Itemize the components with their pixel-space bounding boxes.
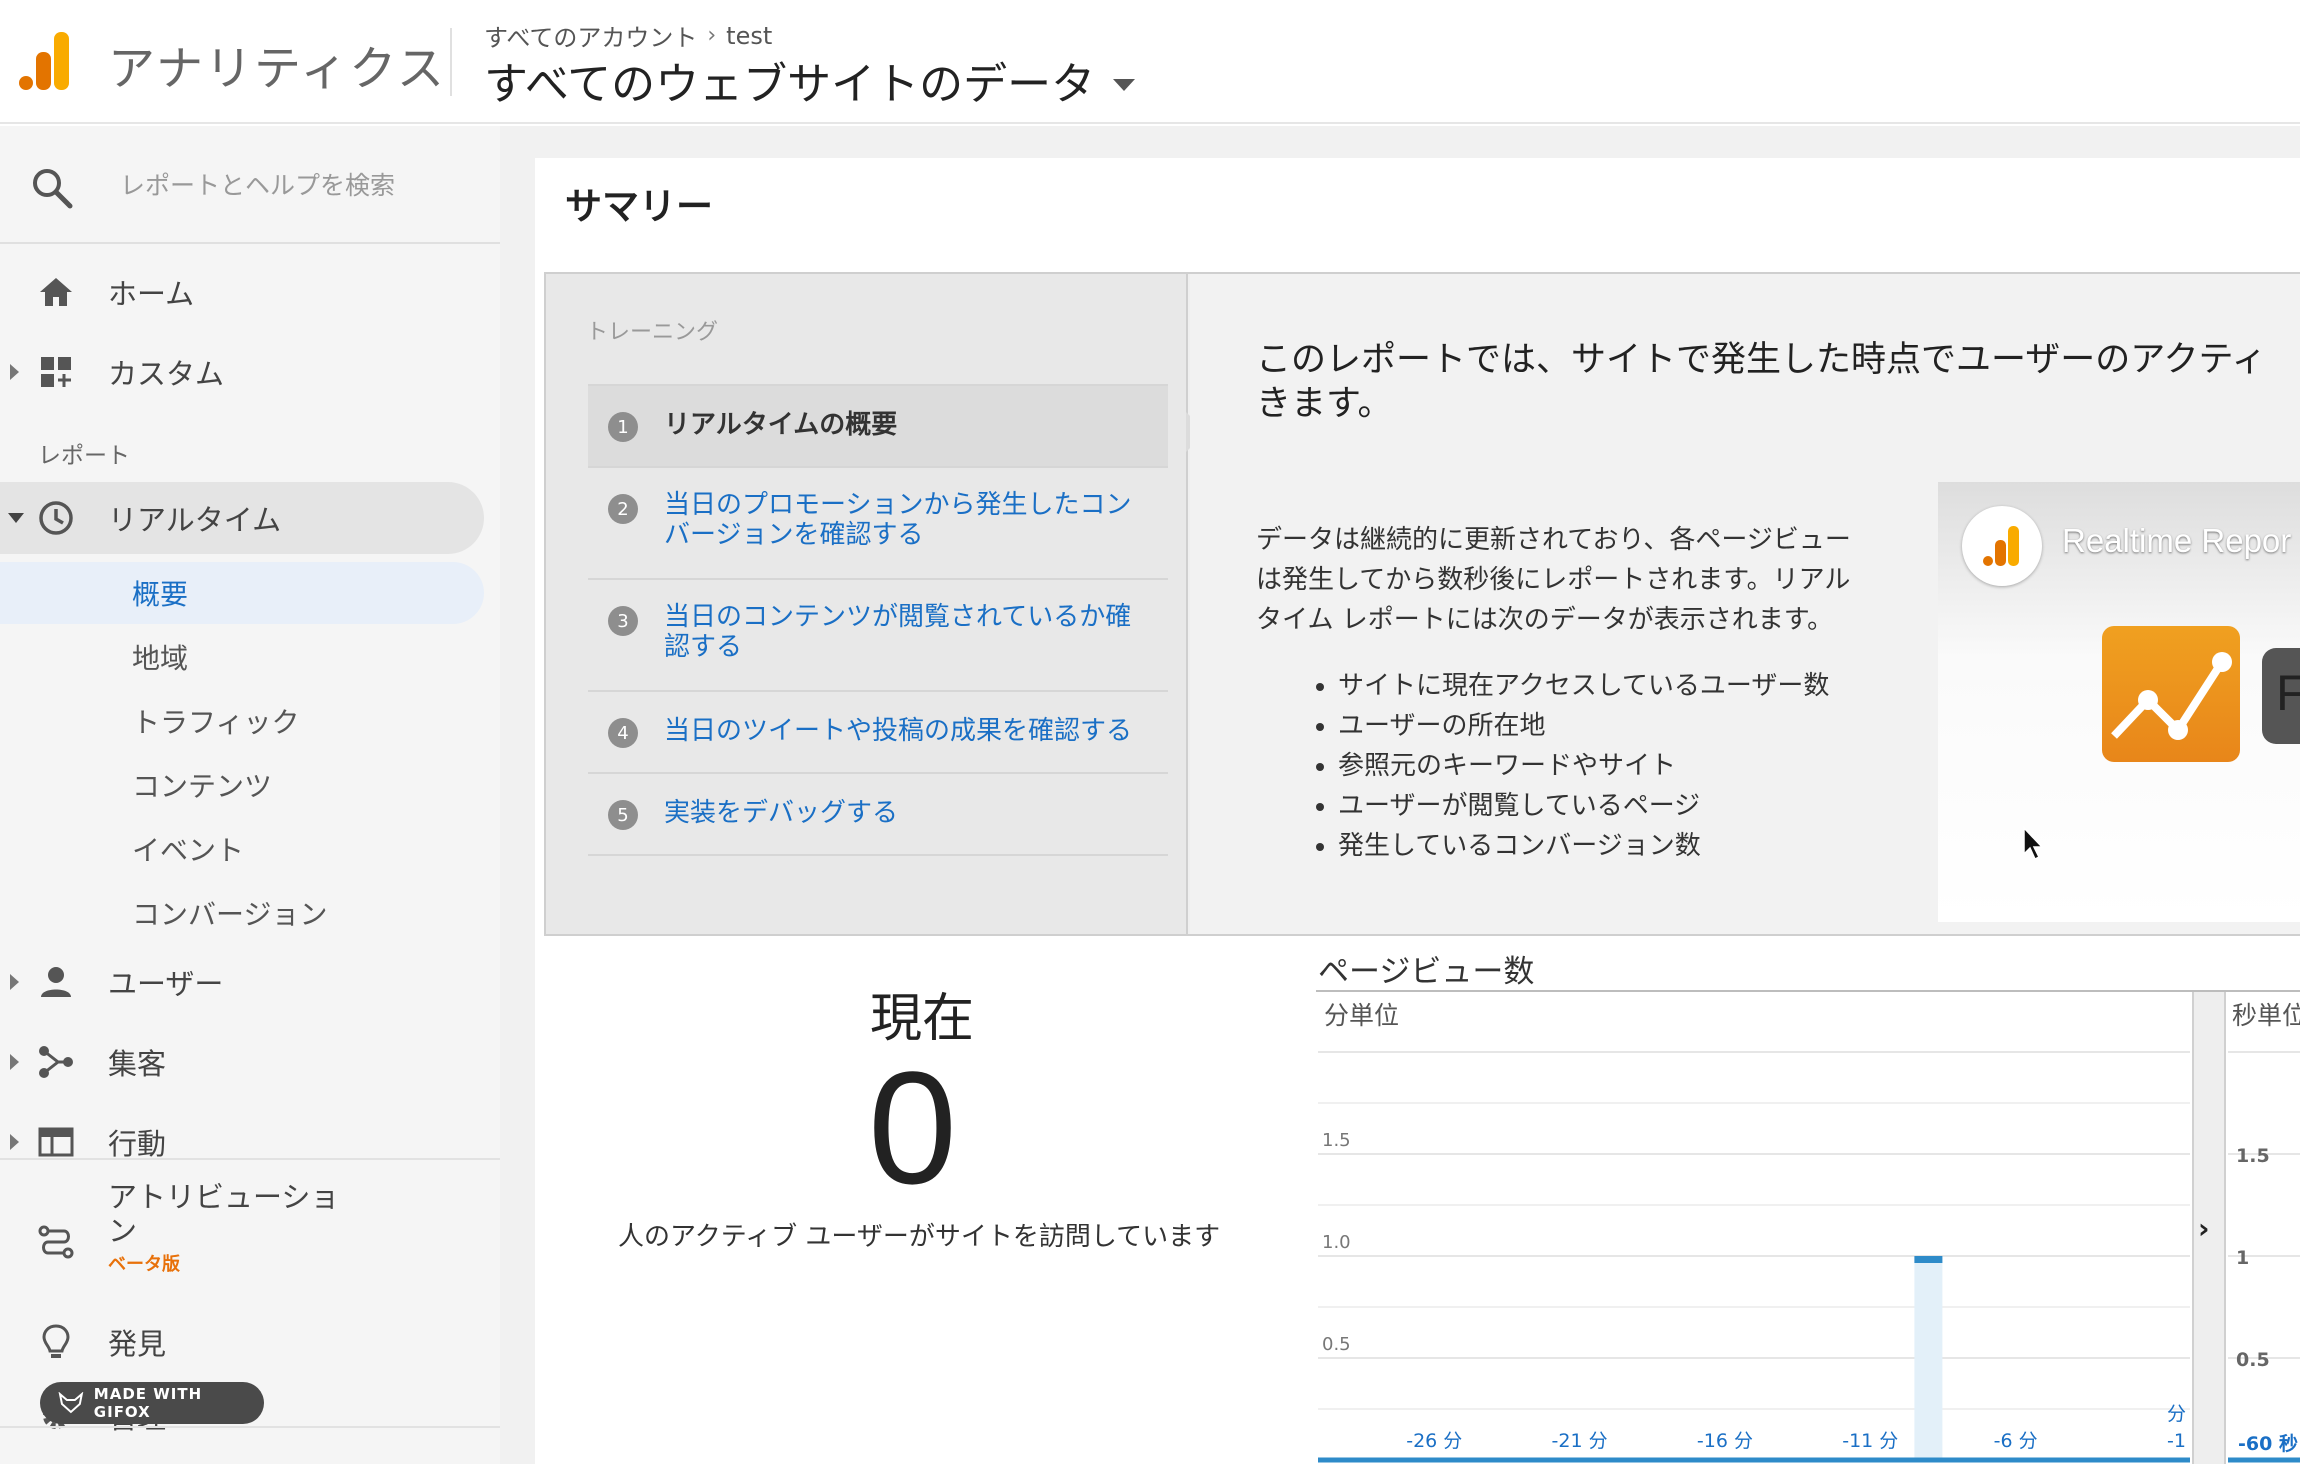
per-minute-label: 分単位 — [1324, 1001, 1400, 1030]
chevron-right-icon[interactable]: › — [2198, 1212, 2210, 1245]
y-tick-label: 0.5 — [2236, 1349, 2270, 1371]
y-tick-label: 1.0 — [1322, 1232, 1351, 1253]
y-tick-label: 0.5 — [1322, 1334, 1351, 1355]
x-tick-label: -16 分 — [1697, 1430, 1753, 1452]
pageviews-chart-svg: 0.5 1.0 1.5 -26 分 -21 分 -16 分 -11 分 -6 分 分 -1 0.5 1… — [1318, 1051, 2300, 1463]
x-tick-label: -1 — [2167, 1430, 2186, 1452]
x-tick-label: -6 分 — [1994, 1430, 2038, 1452]
chart-bar — [1914, 1256, 1943, 1263]
chart-bar-column — [1914, 1256, 1943, 1460]
y-tick-label: 1.5 — [2236, 1145, 2270, 1167]
x-tick-label: -11 分 — [1842, 1430, 1898, 1452]
y-tick-label: 1 — [2236, 1247, 2249, 1269]
x-unit-label: 分 — [2167, 1403, 2186, 1425]
x-tick-label: -60 秒 — [2238, 1432, 2298, 1455]
y-tick-label: 1.5 — [1322, 1130, 1351, 1151]
per-second-label: 秒単位 — [2232, 1001, 2300, 1030]
x-tick-label: -21 分 — [1552, 1430, 1608, 1452]
x-tick-label: -26 分 — [1406, 1430, 1462, 1452]
